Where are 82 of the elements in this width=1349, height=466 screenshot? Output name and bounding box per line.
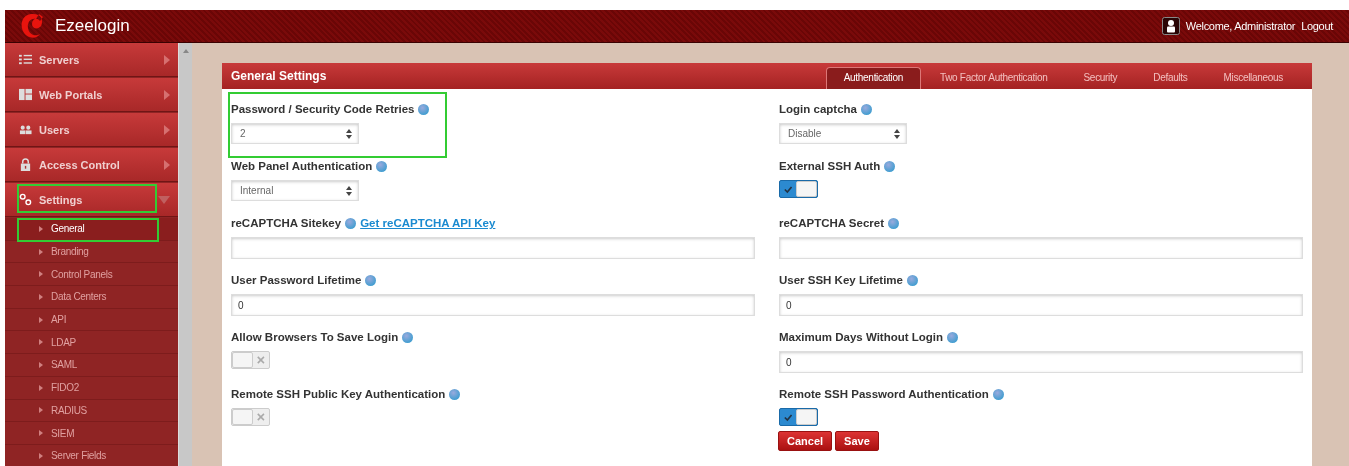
api-key-link[interactable]: Get reCAPTCHA API Key bbox=[360, 217, 496, 229]
field-label: User SSH Key Lifetime bbox=[779, 274, 903, 286]
field-label: Web Panel Authentication bbox=[231, 160, 373, 172]
help-icon[interactable] bbox=[418, 103, 430, 115]
caret-icon bbox=[164, 54, 170, 65]
lock-icon bbox=[19, 158, 32, 171]
help-icon[interactable] bbox=[449, 388, 461, 400]
select-field[interactable]: Internal bbox=[231, 180, 359, 201]
nav-item[interactable]: Settings bbox=[5, 183, 178, 217]
logout-link[interactable]: Logout bbox=[1301, 20, 1333, 32]
toggle-switch[interactable] bbox=[779, 408, 818, 426]
field-label: Password / Security Code Retries bbox=[231, 103, 415, 115]
tab[interactable]: Security bbox=[1066, 67, 1135, 89]
help-icon[interactable] bbox=[402, 331, 414, 343]
bullet-icon bbox=[39, 430, 43, 437]
cancel-button[interactable]: Cancel bbox=[778, 431, 833, 451]
input-field[interactable]: 0 bbox=[779, 294, 1303, 316]
sort-icon bbox=[346, 128, 352, 139]
nav-item[interactable]: Web Portals bbox=[5, 78, 178, 112]
nav-item[interactable]: Access Control bbox=[5, 148, 178, 182]
nav-item[interactable]: Users bbox=[5, 113, 178, 147]
help-icon[interactable] bbox=[376, 160, 388, 172]
help-icon[interactable] bbox=[345, 217, 357, 229]
caret-icon bbox=[164, 89, 170, 100]
help-icon[interactable] bbox=[888, 217, 900, 229]
sort-icon bbox=[346, 185, 352, 196]
toggle-switch[interactable] bbox=[779, 180, 818, 198]
field-label: Allow Browsers To Save Login bbox=[231, 331, 399, 343]
tab[interactable]: Authentication bbox=[825, 67, 921, 89]
select-field[interactable]: 2 bbox=[231, 123, 359, 144]
users-icon bbox=[19, 123, 32, 136]
bullet-icon bbox=[39, 339, 43, 346]
bullet-icon bbox=[39, 293, 43, 300]
nav-subitem[interactable]: General bbox=[5, 218, 178, 241]
nav-item[interactable]: Servers bbox=[5, 43, 178, 77]
help-icon[interactable] bbox=[365, 274, 377, 286]
help-icon[interactable] bbox=[860, 103, 872, 115]
cross-icon bbox=[257, 413, 265, 421]
welcome-text: Welcome, Administrator bbox=[1185, 20, 1296, 32]
help-icon[interactable] bbox=[947, 331, 959, 343]
caret-icon bbox=[164, 124, 170, 135]
field-label: reCAPTCHA Sitekey bbox=[231, 217, 342, 229]
field-label: External SSH Auth bbox=[779, 160, 881, 172]
help-icon[interactable] bbox=[907, 274, 918, 286]
panel-title: General Settings bbox=[231, 69, 327, 83]
cross-icon bbox=[257, 356, 265, 364]
field-label: Maximum Days Without Login bbox=[779, 331, 944, 343]
bullet-icon bbox=[39, 271, 43, 278]
bullet-icon bbox=[39, 407, 43, 414]
bullet-icon bbox=[39, 361, 43, 368]
scrollbar[interactable] bbox=[178, 43, 192, 466]
caret-icon bbox=[164, 159, 170, 170]
input-field[interactable] bbox=[231, 237, 755, 259]
bullet-icon bbox=[39, 316, 43, 323]
list-icon bbox=[19, 53, 32, 66]
bullet-icon bbox=[39, 248, 43, 255]
input-field[interactable]: 0 bbox=[231, 294, 755, 316]
field-label: Remote SSH Password Authentication bbox=[779, 388, 989, 400]
bullet-icon bbox=[39, 225, 43, 232]
tab[interactable]: Miscellaneous bbox=[1206, 67, 1300, 89]
tab[interactable]: Two Factor Authentication bbox=[922, 67, 1065, 89]
gears-icon bbox=[19, 193, 32, 206]
field-label: Remote SSH Public Key Authentication bbox=[231, 388, 446, 400]
save-button[interactable]: Save bbox=[835, 431, 879, 451]
input-field[interactable]: 0 bbox=[779, 351, 1303, 373]
check-icon bbox=[784, 184, 793, 194]
bullet-icon bbox=[39, 452, 43, 459]
input-field[interactable] bbox=[779, 237, 1303, 259]
field-label: User Password Lifetime bbox=[231, 274, 362, 286]
app-name: Ezeelogin bbox=[55, 16, 130, 36]
tab[interactable]: Defaults bbox=[1136, 67, 1205, 89]
caret-icon bbox=[158, 195, 170, 204]
panels-icon bbox=[19, 88, 32, 101]
sort-icon bbox=[894, 128, 900, 139]
user-icon bbox=[1161, 17, 1180, 35]
field-label: Login captcha bbox=[779, 103, 857, 115]
field-label: reCAPTCHA Secret bbox=[779, 217, 885, 229]
select-field[interactable]: Disable bbox=[779, 123, 907, 144]
help-icon[interactable] bbox=[992, 388, 1004, 400]
bullet-icon bbox=[39, 384, 43, 391]
help-icon[interactable] bbox=[884, 160, 896, 172]
check-icon bbox=[784, 412, 793, 422]
